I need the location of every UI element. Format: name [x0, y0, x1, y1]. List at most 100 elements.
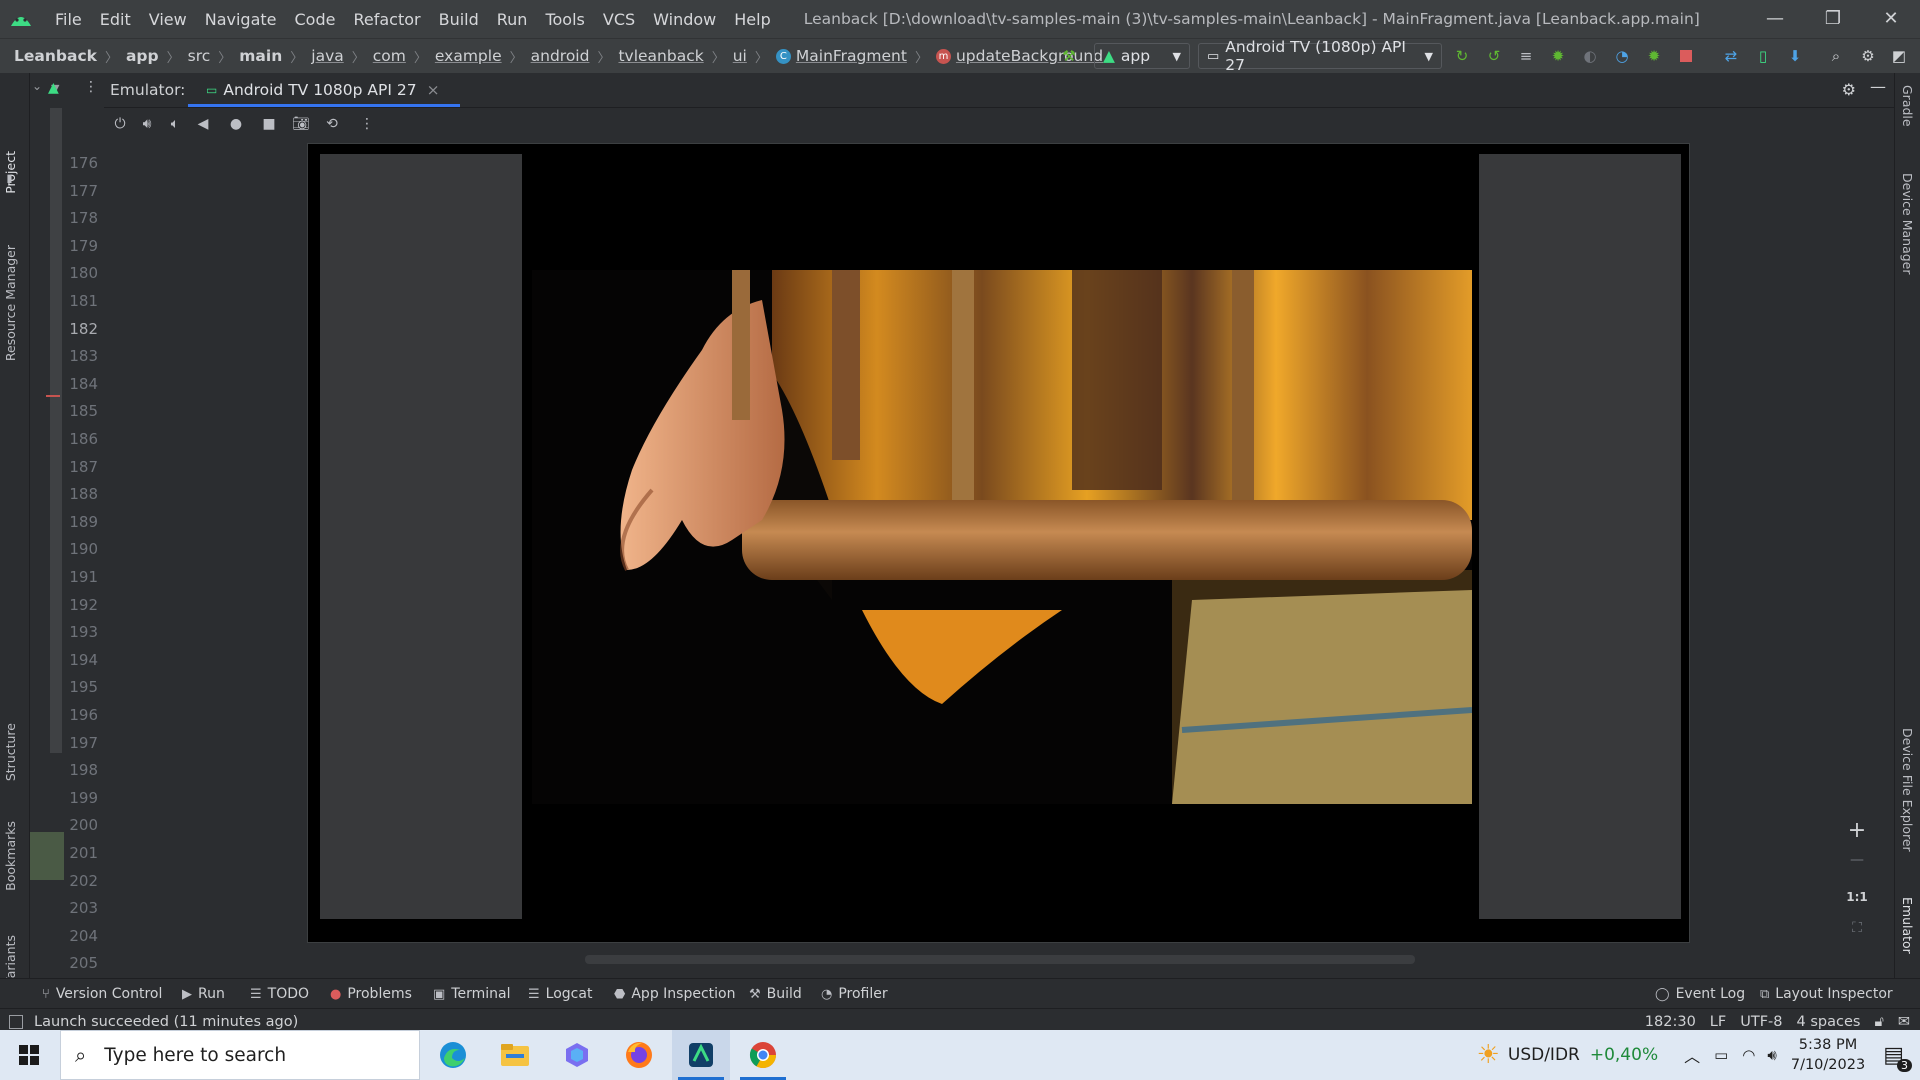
device-manager-tool-button[interactable]: Device Manager [1900, 173, 1915, 275]
sdk-manager-icon[interactable]: ⬇ [1786, 47, 1804, 65]
tab-close-icon[interactable]: × [427, 81, 440, 99]
chrome-app-icon[interactable] [734, 1030, 792, 1080]
minimize-button[interactable]: — [1746, 0, 1804, 38]
crumb-com[interactable]: com [373, 47, 406, 65]
line-number[interactable]: 188 [64, 485, 98, 503]
android-studio-taskbar-icon[interactable] [672, 1030, 730, 1080]
line-number[interactable]: 195 [64, 678, 98, 696]
emulator-horizontal-scrollbar[interactable] [585, 955, 1415, 964]
file-explorer-app-icon[interactable] [486, 1030, 544, 1080]
menu-code[interactable]: Code [286, 10, 345, 29]
line-number[interactable]: 180 [64, 264, 98, 282]
crumb-java[interactable]: java [311, 47, 343, 65]
hide-panel-icon[interactable]: — [1870, 77, 1886, 96]
settings-gear-icon[interactable]: ⚙ [1859, 47, 1877, 65]
zoom-fit-icon[interactable]: ⛶ [1842, 920, 1872, 936]
tool-problems[interactable]: ● Problems [330, 986, 412, 1002]
editor-scrollbar[interactable] [50, 108, 62, 753]
tool-profiler[interactable]: ◔ Profiler [821, 986, 888, 1002]
line-number[interactable]: 202 [64, 872, 98, 890]
crumb-class[interactable]: MainFragment [796, 47, 907, 65]
tool-build[interactable]: ⚒ Build [749, 986, 802, 1002]
line-number[interactable]: 176 [64, 154, 98, 172]
menu-navigate[interactable]: Navigate [196, 10, 286, 29]
device-dropdown[interactable]: ▭ Android TV (1080p) API 27 ▼ [1198, 38, 1442, 74]
line-number[interactable]: 204 [64, 927, 98, 945]
close-window-button[interactable]: ✕ [1862, 0, 1920, 38]
tool-app-inspection[interactable]: ⬣ App Inspection [614, 986, 735, 1002]
toggle-tool-windows-icon[interactable] [9, 1015, 23, 1029]
menu-edit[interactable]: Edit [91, 10, 140, 29]
windows-start-button[interactable] [0, 1030, 58, 1080]
line-number[interactable]: 184 [64, 375, 98, 393]
crumb-app[interactable]: app [126, 47, 159, 65]
wifi-icon[interactable]: ◠ [1742, 1046, 1755, 1064]
collapse-icon[interactable]: ⌄ [32, 79, 42, 93]
line-number[interactable]: 183 [64, 347, 98, 365]
line-number[interactable]: 196 [64, 706, 98, 724]
menu-tools[interactable]: Tools [536, 10, 593, 29]
tool-todo[interactable]: ☰ TODO [250, 986, 309, 1002]
tool-version-control[interactable]: ⑂ Version Control [42, 986, 162, 1002]
crumb-method[interactable]: updateBackground [956, 47, 1103, 65]
battery-icon[interactable]: ▭ [1714, 1046, 1728, 1064]
line-number[interactable]: 197 [64, 734, 98, 752]
tool-layout-inspector[interactable]: ⧉ Layout Inspector [1760, 986, 1893, 1002]
zoom-in-button[interactable]: + [1842, 818, 1872, 843]
notification-center-button[interactable]: ▤ 3 [1883, 1043, 1912, 1072]
crumb-android[interactable]: android [531, 47, 590, 65]
line-number[interactable]: 200 [64, 816, 98, 834]
lock-icon[interactable]: 🔓︎ [1874, 1014, 1883, 1030]
apply-code-changes-icon[interactable]: ↺ [1485, 47, 1503, 65]
run-list-icon[interactable]: ≡ [1517, 47, 1535, 65]
debug-icon[interactable]: ✹ [1549, 47, 1567, 65]
caret-position[interactable]: 182:30 [1645, 1014, 1696, 1030]
line-number[interactable]: 192 [64, 596, 98, 614]
bookmarks-tool-button[interactable]: Bookmarks [3, 821, 18, 891]
menu-refactor[interactable]: Refactor [344, 10, 429, 29]
menu-help[interactable]: Help [725, 10, 779, 29]
line-number[interactable]: 190 [64, 540, 98, 558]
volume-up-icon[interactable]: 🔊︎ [138, 115, 156, 133]
sync-gradle-icon[interactable]: ⇄ [1722, 47, 1740, 65]
taskbar-search-box[interactable]: ⌕ Type here to search [60, 1030, 420, 1080]
zoom-out-button[interactable]: — [1842, 852, 1872, 868]
menu-view[interactable]: View [140, 10, 196, 29]
line-number[interactable]: 205 [64, 954, 98, 972]
volume-down-icon[interactable]: 🔈︎ [166, 115, 184, 133]
emulator-tab[interactable]: ▭ Android TV 1080p API 27 × [188, 73, 460, 107]
notifications-icon[interactable]: ✉ [1898, 1014, 1910, 1030]
overview-icon[interactable]: ■ [260, 115, 278, 133]
device-manager-icon[interactable]: ▯ [1754, 47, 1772, 65]
show-hidden-icons-icon[interactable]: ︿ [1684, 1043, 1700, 1067]
firefox-app-icon[interactable] [610, 1030, 668, 1080]
clock[interactable]: 5:38 PM 7/10/2023 [1791, 1035, 1865, 1075]
file-encoding[interactable]: UTF-8 [1740, 1014, 1782, 1030]
currency-widget[interactable]: ☀ USD/IDR +0,40% [1477, 1040, 1659, 1070]
crumb-src[interactable]: src [188, 47, 211, 65]
tool-logcat[interactable]: ☰ Logcat [528, 986, 592, 1002]
extended-controls-icon[interactable]: ⋮ [358, 115, 376, 133]
menu-build[interactable]: Build [430, 10, 488, 29]
line-number[interactable]: 194 [64, 651, 98, 669]
volume-icon[interactable]: 🔊︎ [1767, 1046, 1776, 1064]
line-number[interactable]: 187 [64, 458, 98, 476]
profile-icon[interactable]: ◔ [1613, 47, 1631, 65]
line-number[interactable]: 198 [64, 761, 98, 779]
account-icon[interactable]: ◩ [1890, 47, 1908, 65]
tool-event-log[interactable]: ◯ Event Log [1655, 986, 1745, 1002]
line-separator[interactable]: LF [1710, 1014, 1726, 1030]
search-icon[interactable]: ⌕ [1827, 47, 1845, 65]
copilot-app-icon[interactable] [548, 1030, 606, 1080]
menu-run[interactable]: Run [488, 10, 537, 29]
indent-setting[interactable]: 4 spaces [1797, 1014, 1861, 1030]
crumb-main[interactable]: main [239, 47, 282, 65]
coverage-icon[interactable]: ◐ [1581, 47, 1599, 65]
line-number[interactable]: 199 [64, 789, 98, 807]
line-number[interactable]: 191 [64, 568, 98, 586]
home-icon[interactable]: ● [227, 115, 245, 133]
screenshot-camera-icon[interactable]: 📷︎ [292, 115, 310, 133]
line-number[interactable]: 177 [64, 182, 98, 200]
snapshot-icon[interactable]: ⟲ [323, 115, 341, 133]
more-options-icon[interactable]: ⋮ [84, 79, 98, 95]
